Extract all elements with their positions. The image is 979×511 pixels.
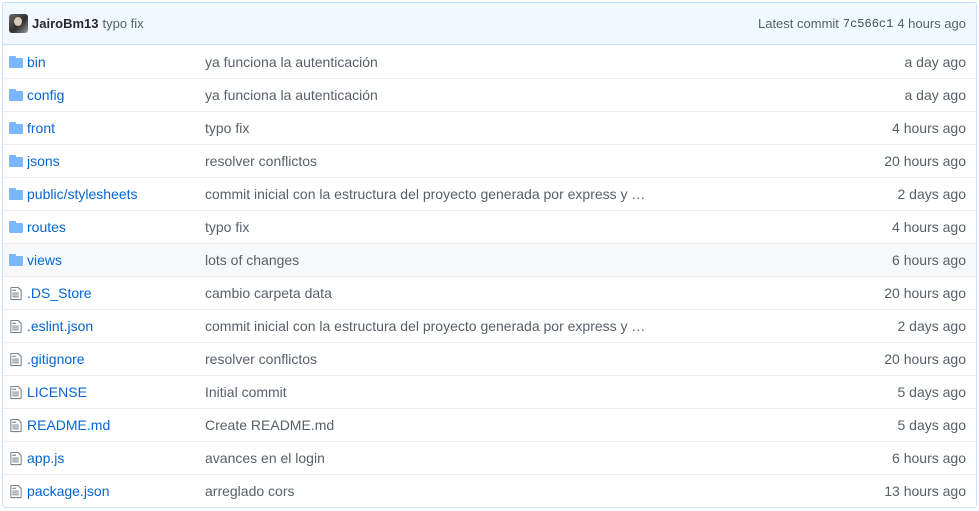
file-name-link[interactable]: LICENSE [27, 384, 205, 400]
latest-commit-bar: JairoBm13 typo fix Latest commit 7c566c1… [3, 3, 976, 45]
file-commit-message-link[interactable]: avances en el login [205, 450, 892, 466]
file-name-link[interactable]: routes [27, 219, 205, 235]
file-row[interactable]: README.md Create README.md 5 days ago [3, 408, 976, 441]
file-name-link[interactable]: .eslint.json [27, 318, 205, 334]
file-name-link[interactable]: app.js [27, 450, 205, 466]
latest-commit-label: Latest commit [757, 16, 839, 31]
file-commit-message-link[interactable]: commit inicial con la estructura del pro… [205, 186, 898, 202]
file-row[interactable]: package.json arreglado cors 13 hours ago [3, 474, 976, 507]
file-icon [8, 483, 24, 499]
file-commit-age: 4 hours ago [892, 120, 966, 136]
file-row[interactable]: .DS_Store cambio carpeta data 20 hours ago [3, 276, 976, 309]
file-commit-age: 2 days ago [897, 318, 967, 334]
file-commit-message-link[interactable]: typo fix [205, 120, 892, 136]
file-row[interactable]: views lots of changes 6 hours ago [3, 243, 976, 276]
file-commit-message-link[interactable]: ya funciona la autenticación [205, 87, 905, 103]
file-commit-age: 5 days ago [897, 384, 967, 400]
commit-author-link[interactable]: JairoBm13 [32, 16, 98, 31]
file-icon [8, 318, 24, 334]
file-row[interactable]: .gitignore resolver conflictos 20 hours ag… [3, 342, 976, 375]
file-commit-message-link[interactable]: ya funciona la autenticación [205, 54, 905, 70]
file-name-link[interactable]: .gitignore [27, 351, 205, 367]
file-commit-age: 13 hours ago [884, 483, 966, 499]
file-row[interactable]: jsons resolver conflictos 20 hours ago [3, 144, 976, 177]
file-icon [8, 450, 24, 466]
file-icon [8, 351, 24, 367]
file-name-link[interactable]: public/stylesheets [27, 186, 205, 202]
file-commit-age: 6 hours ago [892, 450, 966, 466]
folder-icon [8, 120, 24, 136]
file-row[interactable]: app.js avances en el login 6 hours ago [3, 441, 976, 474]
file-commit-age: 20 hours ago [884, 285, 966, 301]
file-name-link[interactable]: README.md [27, 417, 205, 433]
file-commit-age: 20 hours ago [884, 351, 966, 367]
folder-icon [8, 186, 24, 202]
file-row[interactable]: LICENSE Initial commit 5 days ago [3, 375, 976, 408]
file-name-link[interactable]: jsons [27, 153, 205, 169]
commit-age: 4 hours ago [897, 16, 966, 31]
file-list: bin ya funciona la autenticación a day ago… [3, 45, 976, 507]
file-row[interactable]: bin ya funciona la autenticación a day ago [3, 45, 976, 78]
file-icon [8, 417, 24, 433]
file-row[interactable]: front typo fix 4 hours ago [3, 111, 976, 144]
commit-message-link[interactable]: typo fix [102, 16, 143, 31]
file-row[interactable]: .eslint.json commit inicial con la estruc… [3, 309, 976, 342]
file-commit-message-link[interactable]: arreglado cors [205, 483, 884, 499]
avatar[interactable] [9, 14, 28, 33]
file-row[interactable]: config ya funciona la autenticación a day … [3, 78, 976, 111]
file-name-link[interactable]: front [27, 120, 205, 136]
file-name-link[interactable]: bin [27, 54, 205, 70]
file-browser: JairoBm13 typo fix Latest commit 7c566c1… [2, 2, 977, 508]
file-commit-age: 6 hours ago [892, 252, 966, 268]
file-commit-message-link[interactable]: commit inicial con la estructura del pro… [205, 318, 898, 334]
folder-icon [8, 87, 24, 103]
file-commit-message-link[interactable]: resolver conflictos [205, 351, 884, 367]
file-commit-age: 20 hours ago [884, 153, 966, 169]
file-commit-age: 4 hours ago [892, 219, 966, 235]
file-icon [8, 285, 24, 301]
file-name-link[interactable]: package.json [27, 483, 205, 499]
file-commit-age: a day ago [904, 53, 967, 70]
file-commit-age: 5 days ago [897, 417, 967, 433]
commit-sha-link[interactable]: 7c566c1 [843, 17, 893, 31]
file-name-link[interactable]: views [27, 252, 205, 268]
file-commit-message-link[interactable]: Create README.md [205, 417, 898, 433]
file-commit-age: 2 days ago [897, 186, 967, 202]
folder-icon [8, 54, 24, 70]
file-commit-message-link[interactable]: Initial commit [205, 384, 898, 400]
file-name-link[interactable]: .DS_Store [27, 285, 205, 301]
file-commit-message-link[interactable]: typo fix [205, 219, 892, 235]
file-row[interactable]: public/stylesheets commit inicial con la … [3, 177, 976, 210]
file-commit-message-link[interactable]: cambio carpeta data [205, 285, 884, 301]
file-name-link[interactable]: config [27, 87, 205, 103]
folder-icon [8, 219, 24, 235]
folder-icon [8, 252, 24, 268]
file-icon [8, 384, 24, 400]
file-commit-message-link[interactable]: resolver conflictos [205, 153, 884, 169]
file-commit-age: a day ago [904, 87, 967, 103]
file-commit-message-link[interactable]: lots of changes [205, 252, 892, 268]
file-row[interactable]: routes typo fix 4 hours ago [3, 210, 976, 243]
folder-icon [8, 153, 24, 169]
